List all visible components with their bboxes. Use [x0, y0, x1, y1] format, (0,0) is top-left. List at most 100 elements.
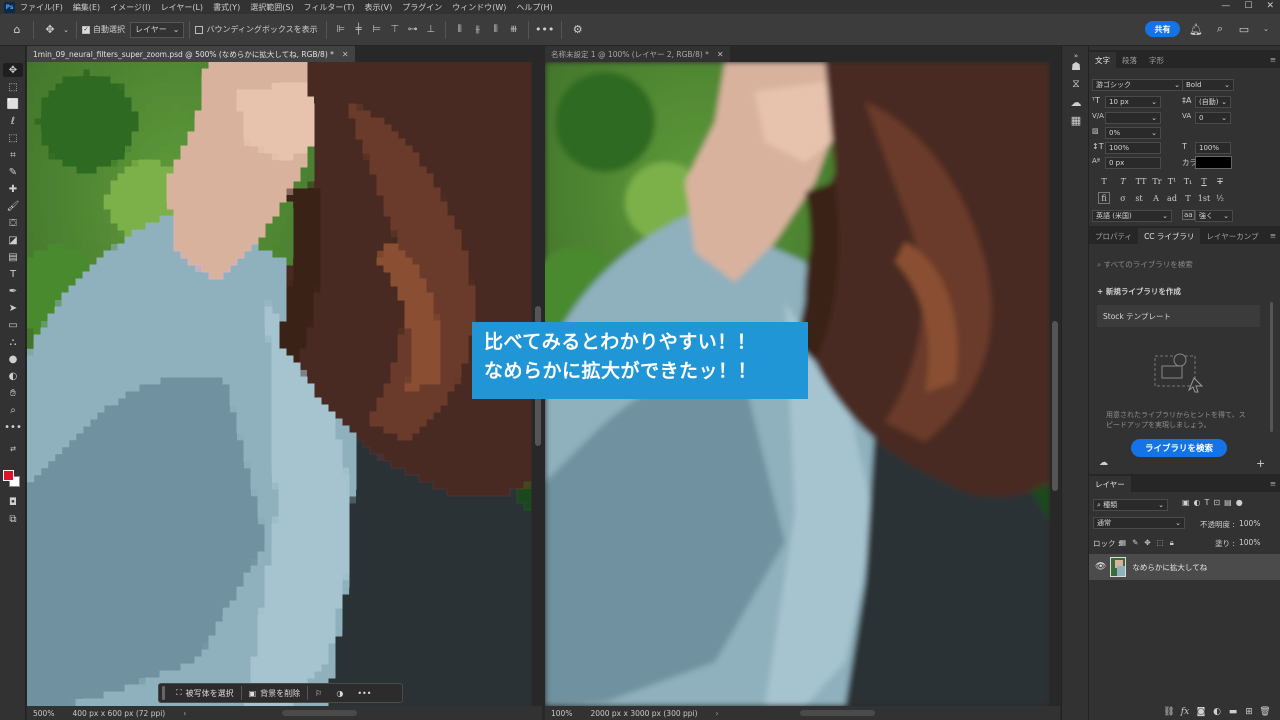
healing-brush-icon[interactable]: ✚ — [3, 182, 23, 196]
strikethrough-button[interactable]: T — [1214, 175, 1226, 187]
search-icon[interactable]: ⌕ — [1212, 21, 1228, 37]
font-family-dropdown[interactable]: 游ゴシック ⌄ — [1092, 79, 1184, 91]
image-canvas-pixelated[interactable] — [27, 62, 534, 706]
align-center-h-icon[interactable]: ╪ — [350, 22, 368, 38]
new-layer-icon[interactable]: ⊞ — [1243, 706, 1255, 717]
font-style-dropdown[interactable]: Bold ⌄ — [1182, 79, 1234, 91]
auto-select-checkbox[interactable]: ✓ 自動選択 — [82, 24, 125, 35]
adjustments-icon[interactable]: ⧖ — [1067, 76, 1085, 92]
learn-icon[interactable]: ☗ — [1067, 58, 1085, 74]
tracking-field[interactable]: 0 ⌄ — [1195, 112, 1231, 124]
search-libraries-button[interactable]: ライブラリを検索 — [1131, 439, 1227, 457]
small-caps-button[interactable]: Tr — [1150, 175, 1164, 187]
ligature-button[interactable]: ﬁ — [1098, 192, 1110, 204]
align-bottom-icon[interactable]: ⊥ — [422, 22, 440, 38]
menu-select[interactable]: 選択範囲(S) — [250, 2, 293, 13]
eraser-tool-icon[interactable]: ◪ — [3, 233, 23, 247]
menu-view[interactable]: 表示(V) — [365, 2, 393, 13]
close-icon[interactable]: ✕ — [717, 50, 724, 59]
stock-templates-row[interactable]: Stock テンプレート — [1097, 305, 1260, 327]
ordinals-button[interactable]: 1st — [1198, 192, 1210, 204]
contextual-alt-button[interactable]: σ — [1117, 192, 1129, 204]
vertical-scale-field[interactable]: 100% — [1105, 142, 1161, 154]
tab-character[interactable]: 文字 — [1089, 52, 1116, 68]
text-color-swatch[interactable] — [1195, 156, 1232, 169]
discretionary-ligature-button[interactable]: st — [1133, 192, 1145, 204]
menu-file[interactable]: ファイル(F) — [20, 2, 63, 13]
close-icon[interactable]: ✕ — [342, 50, 349, 59]
chevron-down-icon[interactable]: ⌄ — [1258, 21, 1274, 37]
all-caps-button[interactable]: TT — [1133, 175, 1149, 187]
distribute-left-icon[interactable]: ⫴ — [451, 22, 469, 38]
menu-layer[interactable]: レイヤー(L) — [161, 2, 203, 13]
align-middle-v-icon[interactable]: ⊶ — [404, 22, 422, 38]
chevron-right-icon[interactable]: › — [716, 709, 719, 718]
opacity-value[interactable]: 100% — [1239, 519, 1260, 528]
swash-button[interactable]: A — [1150, 192, 1162, 204]
kerning-field[interactable]: ⌄ — [1105, 112, 1161, 124]
panel-menu-icon[interactable]: ≡ — [1270, 231, 1276, 240]
minimize-button[interactable]: — — [1221, 1, 1230, 11]
align-right-icon[interactable]: ⊨ — [368, 22, 386, 38]
zoom-level[interactable]: 100% — [551, 709, 572, 718]
type-tool-icon[interactable]: T — [3, 267, 23, 281]
panel-menu-icon[interactable]: ≡ — [1270, 479, 1276, 488]
object-select-tool-icon[interactable]: ⬚ — [3, 131, 23, 145]
document-tab-1[interactable]: 1min_09_neural_filters_super_zoom.psd @ … — [27, 46, 355, 62]
tab-glyphs[interactable]: 字形 — [1143, 52, 1170, 68]
swap-colors-icon[interactable]: ⇄ — [3, 442, 23, 456]
move-tool-icon[interactable]: ✥ — [3, 63, 23, 77]
library-search-field[interactable]: ⌕ すべてのライブラリを検索 — [1097, 259, 1193, 270]
eye-icon[interactable]: 👁︎ — [1095, 562, 1106, 572]
layer-row[interactable]: 👁︎ なめらかに拡大してね — [1089, 554, 1280, 580]
adjust-button[interactable]: ◑ — [329, 685, 350, 701]
blur-tool-icon[interactable]: ● — [3, 352, 23, 366]
gear-icon[interactable]: ⚙ — [567, 20, 589, 40]
language-dropdown[interactable]: 英語 (米国) ⌄ — [1092, 210, 1172, 222]
stylistic-alt-button[interactable]: ad — [1166, 192, 1178, 204]
libraries-icon[interactable]: ☁ — [1067, 94, 1085, 110]
bell-icon[interactable]: 🔔︎ — [1188, 21, 1204, 37]
zoom-tool-icon[interactable]: ⌕ — [3, 403, 23, 417]
cloud-icon[interactable]: ☁ — [1099, 458, 1108, 468]
distribute-right-icon[interactable]: ⫴ — [487, 22, 505, 38]
faux-bold-button[interactable]: T — [1098, 175, 1110, 187]
pen-tool-icon[interactable]: ✒ — [3, 284, 23, 298]
menu-window[interactable]: ウィンドウ(W) — [452, 2, 506, 13]
dodge-tool-icon[interactable]: ◐ — [3, 369, 23, 383]
align-left-icon[interactable]: ⊫ — [332, 22, 350, 38]
subscript-button[interactable]: T₁ — [1182, 175, 1194, 187]
horizontal-scale-field[interactable]: 100% — [1195, 142, 1231, 154]
more-options-icon[interactable]: ••• — [534, 20, 556, 40]
menu-type[interactable]: 書式(Y) — [213, 2, 240, 13]
distribute-spacing-icon[interactable]: ⧻ — [505, 22, 523, 38]
move-tool-icon[interactable]: ✥ — [39, 20, 61, 40]
layer-style-icon[interactable]: fx — [1179, 706, 1191, 717]
fill-value[interactable]: 100% — [1239, 538, 1260, 547]
hand-tool-icon[interactable]: ✋︎ — [3, 386, 23, 400]
document-tab-2[interactable]: 名称未設定 1 @ 100% (レイヤー 2, RGB/8) * ✕ — [545, 46, 730, 62]
lock-icons[interactable]: ▦✎✥⬚🔒︎ — [1119, 538, 1180, 548]
eyedropper-tool-icon[interactable]: ✎ — [3, 165, 23, 179]
horizontal-scrollbar[interactable] — [800, 710, 875, 716]
tab-layers[interactable]: レイヤー — [1089, 476, 1131, 492]
titling-alt-button[interactable]: T — [1182, 192, 1194, 204]
marquee-tool-icon[interactable]: ⬜ — [3, 97, 23, 111]
panel-menu-icon[interactable]: ≡ — [1270, 55, 1276, 64]
layer-filter-icons[interactable]: ▣◐T⊡▤● — [1182, 498, 1247, 507]
more-tools-icon[interactable]: ••• — [3, 420, 23, 434]
lasso-tool-icon[interactable]: ℓ — [3, 114, 23, 128]
tsume-field[interactable]: 0% ⌄ — [1105, 127, 1161, 139]
faux-italic-button[interactable]: T — [1117, 175, 1129, 187]
foreground-color-swatch[interactable] — [3, 470, 14, 481]
blend-mode-dropdown[interactable]: 通常 ⌄ — [1093, 517, 1185, 529]
close-button[interactable]: ✕ — [1266, 1, 1274, 11]
crop-tool-icon[interactable]: ⌗ — [3, 148, 23, 162]
share-button[interactable]: 共有 — [1145, 21, 1180, 37]
underline-button[interactable]: T — [1198, 175, 1210, 187]
gradient-tool-icon[interactable]: ▤ — [3, 250, 23, 264]
antialias-dropdown[interactable]: 強く ⌄ — [1195, 210, 1233, 222]
workspace-icon[interactable]: ▭ — [1236, 21, 1252, 37]
grid-icon[interactable]: ▦ — [1067, 112, 1085, 128]
maximize-button[interactable]: ☐ — [1244, 1, 1252, 11]
